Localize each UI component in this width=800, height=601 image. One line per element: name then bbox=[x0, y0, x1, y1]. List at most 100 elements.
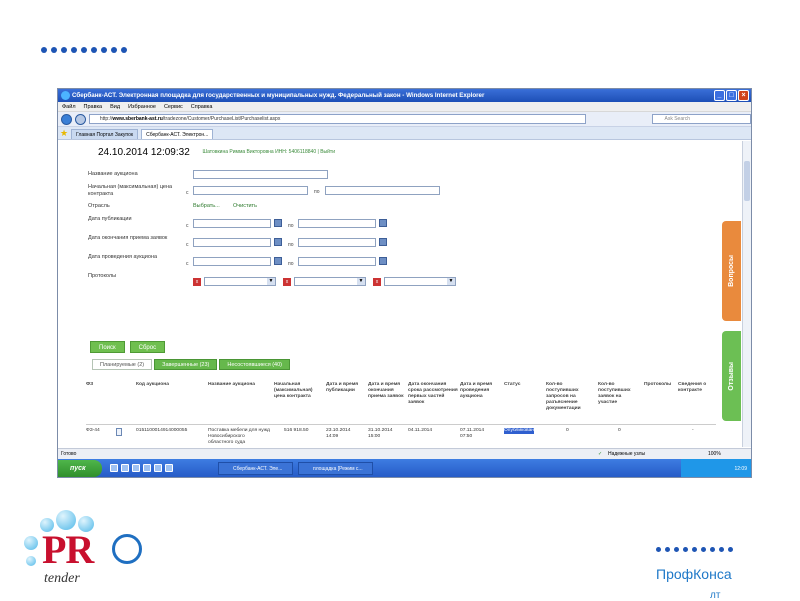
forward-button[interactable] bbox=[74, 113, 86, 125]
user-info[interactable]: Шатовкина Римма Викторовна ИНН: 54061188… bbox=[203, 149, 335, 155]
system-tray: 12:09 bbox=[681, 459, 751, 477]
menubar: Файл Правка Вид Избранное Сервис Справка bbox=[58, 102, 751, 112]
quicklaunch-icon[interactable] bbox=[154, 464, 162, 472]
page-scrollbar[interactable] bbox=[742, 141, 751, 447]
calendar-icon[interactable] bbox=[274, 219, 282, 227]
price-from-input[interactable] bbox=[193, 186, 308, 195]
table-header: ФЗ Код аукциона Название аукциона Началь… bbox=[86, 379, 716, 425]
reviews-tab-label: Отзывы bbox=[728, 361, 735, 391]
protocol-select-3[interactable]: ▼ bbox=[384, 277, 456, 286]
price-to-label: по bbox=[314, 189, 320, 195]
questions-tab[interactable]: Вопросы bbox=[722, 221, 741, 321]
auction-from-input[interactable] bbox=[193, 257, 271, 266]
questions-tab-label: Вопросы bbox=[728, 255, 735, 287]
reviews-tab[interactable]: Отзывы bbox=[722, 331, 741, 421]
quicklaunch-icon[interactable] bbox=[132, 464, 140, 472]
pub-to-input[interactable] bbox=[298, 219, 376, 228]
tab-portal[interactable]: Главная Портал Закупок bbox=[71, 129, 139, 139]
window-title: Сбербанк-АСТ. Электронная площадка для г… bbox=[72, 92, 485, 99]
calendar-icon[interactable] bbox=[379, 257, 387, 265]
search-form: Название аукциона Начальная (максимальна… bbox=[88, 169, 588, 290]
quicklaunch-icon[interactable] bbox=[143, 464, 151, 472]
tab-sberbank[interactable]: Сбербанк-АСТ. Электрон... bbox=[141, 129, 214, 139]
tab-completed[interactable]: Завершенные (23) bbox=[154, 359, 218, 370]
col-auction: Дата и время проведения аукциона bbox=[460, 382, 493, 399]
protocol-select-1[interactable]: ▼ bbox=[204, 277, 276, 286]
quick-launch bbox=[110, 464, 173, 472]
search-button[interactable]: Поиск bbox=[90, 341, 125, 353]
col-status: Статус bbox=[504, 382, 521, 387]
zone-text: Надежные узлы bbox=[608, 451, 646, 457]
url-prefix: http:// bbox=[99, 116, 113, 122]
logo-tender-text: tender bbox=[44, 571, 80, 586]
protocols-label: Протоколы bbox=[88, 273, 117, 279]
calendar-icon[interactable] bbox=[274, 257, 282, 265]
auction-name-input[interactable] bbox=[193, 170, 328, 179]
calendar-icon[interactable] bbox=[379, 238, 387, 246]
close-icon[interactable]: × bbox=[738, 90, 749, 101]
ie-screenshot: Сбербанк-АСТ. Электронная площадка для г… bbox=[57, 88, 752, 478]
task-presentation[interactable]: площадка [Режим с... bbox=[298, 462, 373, 475]
quicklaunch-icon[interactable] bbox=[121, 464, 129, 472]
row-auction: 07.11.2014 07:50 bbox=[460, 428, 485, 439]
protocol-select-2[interactable]: ▼ bbox=[294, 277, 366, 286]
end-from-input[interactable] bbox=[193, 238, 271, 247]
calendar-icon[interactable] bbox=[274, 238, 282, 246]
industry-choose-link[interactable]: Выбрать... bbox=[193, 203, 220, 209]
favorites-star-icon[interactable]: ★ bbox=[60, 127, 68, 139]
price-to-input[interactable] bbox=[325, 186, 440, 195]
document-icon[interactable] bbox=[116, 428, 122, 436]
protocol-icon: x bbox=[193, 278, 201, 286]
end-to-label: по bbox=[288, 242, 294, 248]
auction-to-input[interactable] bbox=[298, 257, 376, 266]
url-host: www.sberbank-ast.ru bbox=[112, 116, 163, 122]
row-end: 31.10.2014 15:00 bbox=[368, 428, 393, 439]
start-button[interactable]: пуск bbox=[58, 460, 102, 477]
reset-button[interactable]: Сброс bbox=[129, 341, 166, 353]
pub-from-input[interactable] bbox=[193, 219, 271, 228]
minimize-icon[interactable]: _ bbox=[714, 90, 725, 101]
row-review: 04.11.2014 bbox=[408, 428, 433, 433]
window-titlebar: Сбербанк-АСТ. Электронная площадка для г… bbox=[58, 89, 751, 102]
tab-planned[interactable]: Планируемые (2) bbox=[92, 359, 153, 370]
maximize-icon[interactable]: □ bbox=[726, 90, 737, 101]
task-ie[interactable]: Сбербанк-АСТ. Эле... bbox=[218, 462, 293, 475]
menu-tools[interactable]: Сервис bbox=[164, 102, 183, 111]
quicklaunch-icon[interactable] bbox=[110, 464, 118, 472]
check-icon: ✓ bbox=[598, 451, 603, 457]
zoom-level[interactable]: 100% bbox=[708, 449, 721, 459]
logo-pro-text: PR bbox=[42, 527, 94, 572]
col-protocols: Протоколы bbox=[644, 382, 672, 387]
brand-text-2: лт bbox=[710, 590, 721, 601]
tab-failed[interactable]: Несостоявшиеся (40) bbox=[219, 359, 291, 370]
menu-view[interactable]: Вид bbox=[110, 102, 120, 111]
col-pub: Дата и время публикации bbox=[326, 382, 359, 393]
browser-tabs: ★ Главная Портал Закупок Сбербанк-АСТ. Э… bbox=[58, 127, 751, 140]
menu-file[interactable]: Файл bbox=[62, 102, 76, 111]
menu-edit[interactable]: Правка bbox=[84, 102, 103, 111]
search-input[interactable]: Ask Search bbox=[651, 114, 751, 124]
url-input[interactable]: http://www.sberbank-ast.ru/tradezone/Cus… bbox=[88, 114, 586, 124]
menu-favorites[interactable]: Избранное bbox=[128, 102, 156, 111]
windows-taskbar: пуск Сбербанк-АСТ. Эле... площадка [Режи… bbox=[58, 459, 751, 477]
col-applications: Кол-во поступивших заявок на участие bbox=[598, 382, 631, 405]
calendar-icon[interactable] bbox=[379, 219, 387, 227]
protender-logo: PR tender bbox=[20, 508, 160, 593]
auction-from-label: с bbox=[186, 261, 189, 267]
scrollbar-thumb[interactable] bbox=[744, 161, 750, 201]
quicklaunch-icon[interactable] bbox=[165, 464, 173, 472]
industry-clear-link[interactable]: Очистить bbox=[233, 203, 257, 209]
row-contract: - bbox=[692, 428, 694, 433]
status-text: Готово bbox=[61, 451, 77, 457]
menu-help[interactable]: Справка bbox=[191, 102, 213, 111]
price-label: Начальная (максимальная) цена контракта bbox=[88, 184, 173, 197]
row-requests: 0 bbox=[566, 428, 569, 433]
address-bar: http://www.sberbank-ast.ru/tradezone/Cus… bbox=[58, 112, 751, 127]
decor-dots-top bbox=[41, 47, 127, 53]
logo-o-ring bbox=[112, 534, 142, 564]
end-to-input[interactable] bbox=[298, 238, 376, 247]
back-button[interactable] bbox=[61, 113, 72, 125]
row-price: 516 918.50 bbox=[284, 428, 309, 433]
row-code[interactable]: 0151100014914000055 bbox=[136, 428, 187, 434]
col-contract: Сведения о контракте bbox=[678, 382, 707, 393]
